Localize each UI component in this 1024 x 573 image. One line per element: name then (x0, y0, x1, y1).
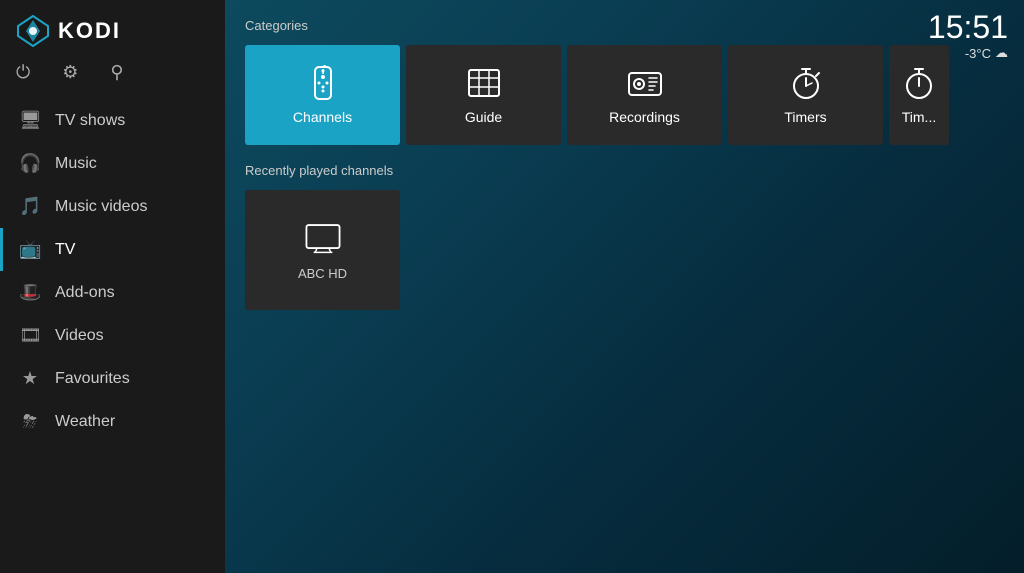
clock-weather: -3°C ☁ (928, 45, 1008, 61)
channels-row: ABC HD (245, 190, 1004, 310)
sidebar-item-music-videos[interactable]: 🎵 Music videos (0, 185, 225, 228)
sidebar-label-favourites: Favourites (55, 370, 130, 388)
recently-played-title: Recently played channels (245, 163, 1004, 178)
tv-shows-icon: 🖥 (19, 110, 41, 131)
sidebar-label-weather: Weather (55, 413, 115, 431)
kodi-logo-icon (16, 14, 50, 48)
abc-hd-tv-icon (305, 220, 341, 256)
sidebar-item-tv-shows[interactable]: 🖥 TV shows (0, 99, 225, 142)
sidebar-label-music-videos: Music videos (55, 198, 147, 216)
favourites-icon: ★ (19, 368, 41, 389)
sidebar-item-videos[interactable]: 🎞 Videos (0, 314, 225, 357)
category-tile-timers[interactable]: Timers (728, 45, 883, 145)
weather-cloud-icon: ☁ (995, 45, 1008, 61)
channel-label-abc-hd: ABC HD (298, 266, 347, 281)
category-label-guide: Guide (465, 109, 502, 125)
settings-icon[interactable]: ⚙ (62, 62, 78, 83)
music-icon: 🎧 (19, 153, 41, 174)
categories-section-title: Categories (245, 18, 1004, 33)
sidebar-label-videos: Videos (55, 327, 104, 345)
search-icon[interactable]: ⚲ (110, 62, 123, 83)
sidebar-item-favourites[interactable]: ★ Favourites (0, 357, 225, 400)
guide-grid-icon (466, 65, 502, 101)
recordings-radio-icon (627, 65, 663, 101)
weather-icon: ⛈ (19, 411, 41, 432)
clock-time: 15:51 (928, 10, 1008, 45)
main-content: 15:51 -3°C ☁ Categories Channels (225, 0, 1024, 573)
videos-icon: 🎞 (19, 325, 41, 346)
add-ons-icon: 🎩 (19, 282, 41, 303)
sidebar-label-add-ons: Add-ons (55, 284, 115, 302)
sidebar-label-tv: TV (55, 241, 75, 259)
music-videos-icon: 🎵 (19, 196, 41, 217)
tv-icon: 📺 (19, 239, 41, 260)
logo-area: KODI (0, 0, 225, 58)
temperature: -3°C (965, 46, 991, 61)
category-label-recordings: Recordings (609, 109, 680, 125)
sidebar-label-tv-shows: TV shows (55, 112, 125, 130)
category-label-timers2: Tim... (902, 109, 936, 125)
power-icon[interactable]: ⏻ (16, 62, 30, 83)
category-label-channels: Channels (293, 109, 352, 125)
category-tile-channels[interactable]: Channels (245, 45, 400, 145)
categories-row: Channels Guide Recor (245, 45, 1004, 145)
clock-area: 15:51 -3°C ☁ (928, 10, 1008, 61)
timers2-stopwatch-icon (901, 65, 937, 101)
timers-stopwatch-icon (788, 65, 824, 101)
sidebar: KODI ⏻ ⚙ ⚲ 🖥 TV shows 🎧 Music 🎵 Music vi… (0, 0, 225, 573)
category-tile-recordings[interactable]: Recordings (567, 45, 722, 145)
sidebar-label-music: Music (55, 155, 97, 173)
channel-tile-abc-hd[interactable]: ABC HD (245, 190, 400, 310)
top-icons-bar: ⏻ ⚙ ⚲ (0, 58, 225, 93)
channels-remote-icon (305, 65, 341, 101)
sidebar-item-tv[interactable]: 📺 TV (0, 228, 225, 271)
sidebar-nav: 🖥 TV shows 🎧 Music 🎵 Music videos 📺 TV 🎩… (0, 93, 225, 573)
category-label-timers: Timers (784, 109, 826, 125)
app-title: KODI (58, 18, 121, 44)
sidebar-item-music[interactable]: 🎧 Music (0, 142, 225, 185)
sidebar-item-weather[interactable]: ⛈ Weather (0, 400, 225, 443)
category-tile-guide[interactable]: Guide (406, 45, 561, 145)
sidebar-item-add-ons[interactable]: 🎩 Add-ons (0, 271, 225, 314)
